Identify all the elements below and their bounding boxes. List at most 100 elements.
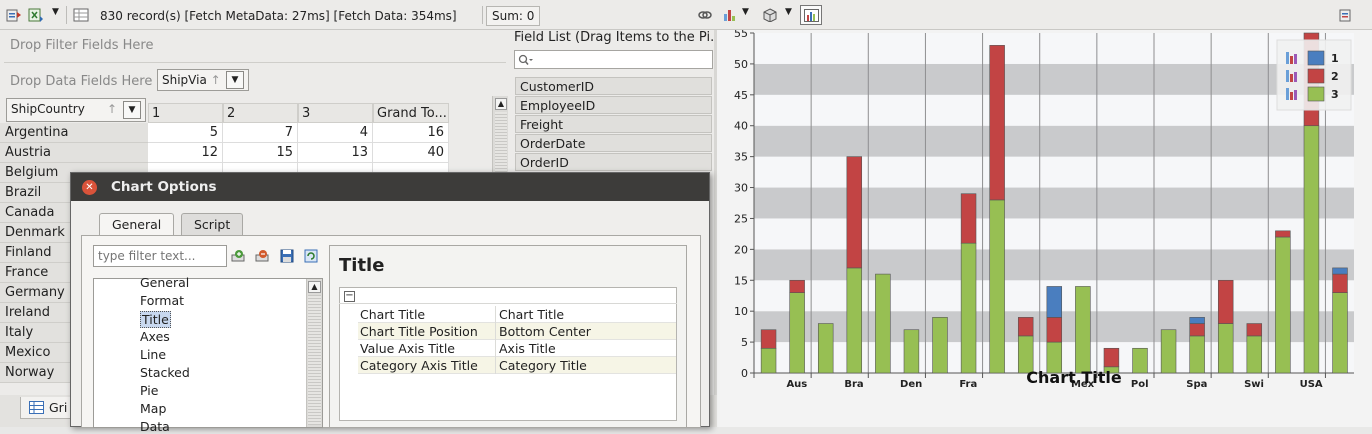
- grid-band: [754, 63, 1354, 95]
- field-search-input[interactable]: [514, 50, 713, 69]
- column-header[interactable]: 2: [223, 103, 298, 123]
- export-icon[interactable]: [6, 8, 22, 22]
- field-item-employeeid[interactable]: EmployeeID: [515, 96, 712, 114]
- collapse-icon[interactable]: −: [344, 291, 355, 302]
- chart-title: Chart Title: [1026, 368, 1122, 387]
- tree-item-format[interactable]: Format: [140, 293, 184, 308]
- chart-toggle-button[interactable]: [800, 5, 822, 25]
- column-header[interactable]: 1: [148, 103, 223, 123]
- bar-segment-series-3: [817, 323, 834, 374]
- close-icon[interactable]: ✕: [82, 180, 97, 195]
- property-value[interactable]: Chart Title: [499, 307, 564, 322]
- column-header[interactable]: Grand To...: [373, 103, 449, 123]
- table-cell[interactable]: 16: [373, 123, 449, 143]
- chart-options-dialog: ✕ Chart Options General Script ▲ General…: [70, 172, 710, 434]
- x-tick-label: Spa: [1186, 379, 1207, 390]
- add-icon[interactable]: [231, 249, 247, 263]
- table-cell[interactable]: 5: [148, 123, 223, 143]
- field-item-freight[interactable]: Freight: [515, 115, 712, 133]
- dialog-title: Chart Options: [111, 179, 217, 195]
- table-cell[interactable]: 4: [298, 123, 373, 143]
- refresh-icon[interactable]: [303, 249, 319, 263]
- property-name: Category Axis Title: [360, 358, 478, 373]
- column-header[interactable]: 3: [298, 103, 373, 123]
- field-item-orderid[interactable]: OrderID: [515, 153, 712, 171]
- legend-label: 3: [1331, 88, 1339, 101]
- dialog-title-bar[interactable]: ✕ Chart Options: [71, 173, 709, 201]
- property-row[interactable]: Chart Title Chart Title: [358, 306, 676, 323]
- grid-band: [754, 33, 1354, 64]
- bar-segment-series-3: [760, 347, 777, 374]
- chart-panel: 0 5 10 15 20 25 30 35 40 45 50 55 Aus Bra Den Fra Mex Pol…: [717, 27, 1372, 427]
- property-row[interactable]: Value Axis Title Axis Title: [358, 340, 676, 357]
- tree-item-line[interactable]: Line: [140, 347, 166, 362]
- scroll-up-icon[interactable]: ▲: [495, 98, 507, 110]
- export-right-icon[interactable]: [1338, 8, 1354, 22]
- table-cell[interactable]: 12: [148, 143, 223, 163]
- bar-segment-series-3: [1303, 125, 1320, 374]
- row-sort-icon: ↑: [107, 102, 118, 116]
- remove-icon[interactable]: [255, 249, 271, 263]
- field-item-customerid[interactable]: CustomerID: [515, 77, 712, 95]
- property-divider: [495, 340, 496, 357]
- property-row[interactable]: Chart Title Position Bottom Center: [358, 323, 676, 340]
- row-header[interactable]: Austria: [0, 143, 148, 163]
- bar-segment-series-2: [1017, 317, 1034, 337]
- data-drop-zone[interactable]: Drop Data Fields Here: [10, 74, 152, 89]
- bar-segment-series-3: [903, 329, 920, 374]
- export-dropdown-icon[interactable]: ▼: [52, 7, 59, 17]
- tree-item-title[interactable]: Title: [140, 311, 171, 328]
- property-value[interactable]: Bottom Center: [499, 324, 591, 339]
- row-field-dropdown-icon[interactable]: ▼: [123, 101, 141, 119]
- chart-dropdown-icon[interactable]: ▼: [742, 7, 749, 17]
- property-value[interactable]: Category Title: [499, 358, 587, 373]
- save-icon[interactable]: [279, 249, 295, 263]
- filter-input[interactable]: [93, 245, 227, 267]
- tree-item-stacked[interactable]: Stacked: [140, 365, 190, 380]
- y-tick-label: 30: [734, 182, 748, 195]
- tree-scroll-thumb[interactable]: [308, 295, 321, 425]
- legend-swatch: [1307, 50, 1325, 66]
- tree-scrollbar[interactable]: ▲: [306, 279, 322, 427]
- bar-segment-series-3: [1160, 329, 1177, 374]
- filter-drop-zone[interactable]: Drop Filter Fields Here: [10, 38, 153, 53]
- grid-icon[interactable]: [73, 8, 89, 22]
- cube-icon[interactable]: [762, 8, 778, 22]
- bar-segment-series-2: [1103, 347, 1120, 368]
- cube-dropdown-icon[interactable]: ▼: [785, 7, 792, 17]
- col-field-dropdown-icon[interactable]: ▼: [226, 71, 244, 89]
- tab-general[interactable]: General: [99, 213, 175, 236]
- row-header[interactable]: Argentina: [0, 123, 148, 143]
- tree-scroll-up-icon[interactable]: ▲: [308, 281, 321, 293]
- tree-item-map[interactable]: Map: [140, 401, 166, 416]
- property-row[interactable]: Category Axis Title Category Title: [358, 357, 676, 374]
- legend-mini-chart-icon: [1290, 92, 1293, 100]
- tree-item-pie[interactable]: Pie: [140, 383, 158, 398]
- bar-segment-series-2: [789, 279, 805, 293]
- legend-label: 2: [1331, 70, 1339, 83]
- tree-item-general[interactable]: General: [140, 275, 189, 290]
- bar-segment-series-2: [1046, 317, 1063, 343]
- bar-segment-series-3: [789, 292, 805, 374]
- table-cell[interactable]: 13: [298, 143, 373, 163]
- grid-band: [754, 125, 1354, 157]
- field-item-orderdate[interactable]: OrderDate: [515, 134, 712, 152]
- tab-script[interactable]: Script: [181, 213, 244, 235]
- table-cell[interactable]: 40: [373, 143, 449, 163]
- search-icon: [518, 54, 533, 65]
- tree-item-axes[interactable]: Axes: [140, 329, 170, 344]
- table-cell[interactable]: 15: [223, 143, 298, 163]
- bar-segment-series-3: [1332, 292, 1348, 374]
- stacked-bar-chart: 0510152025303540455055Aus Bra Den Fra Mex Pol…: [734, 27, 1354, 390]
- field-list-title: Field List (Drag Items to the Pi...: [514, 30, 723, 45]
- bar-chart-icon[interactable]: [722, 8, 738, 22]
- property-grid-divider: [339, 303, 677, 304]
- table-cell[interactable]: 7: [223, 123, 298, 143]
- x-tick-label: Bra: [844, 379, 863, 390]
- property-name: Chart Title: [360, 307, 426, 322]
- y-tick-label: 15: [734, 274, 748, 287]
- y-tick-label: 25: [734, 212, 748, 225]
- excel-export-icon[interactable]: [28, 8, 44, 22]
- link-icon[interactable]: [697, 8, 713, 22]
- property-value[interactable]: Axis Title: [499, 341, 556, 356]
